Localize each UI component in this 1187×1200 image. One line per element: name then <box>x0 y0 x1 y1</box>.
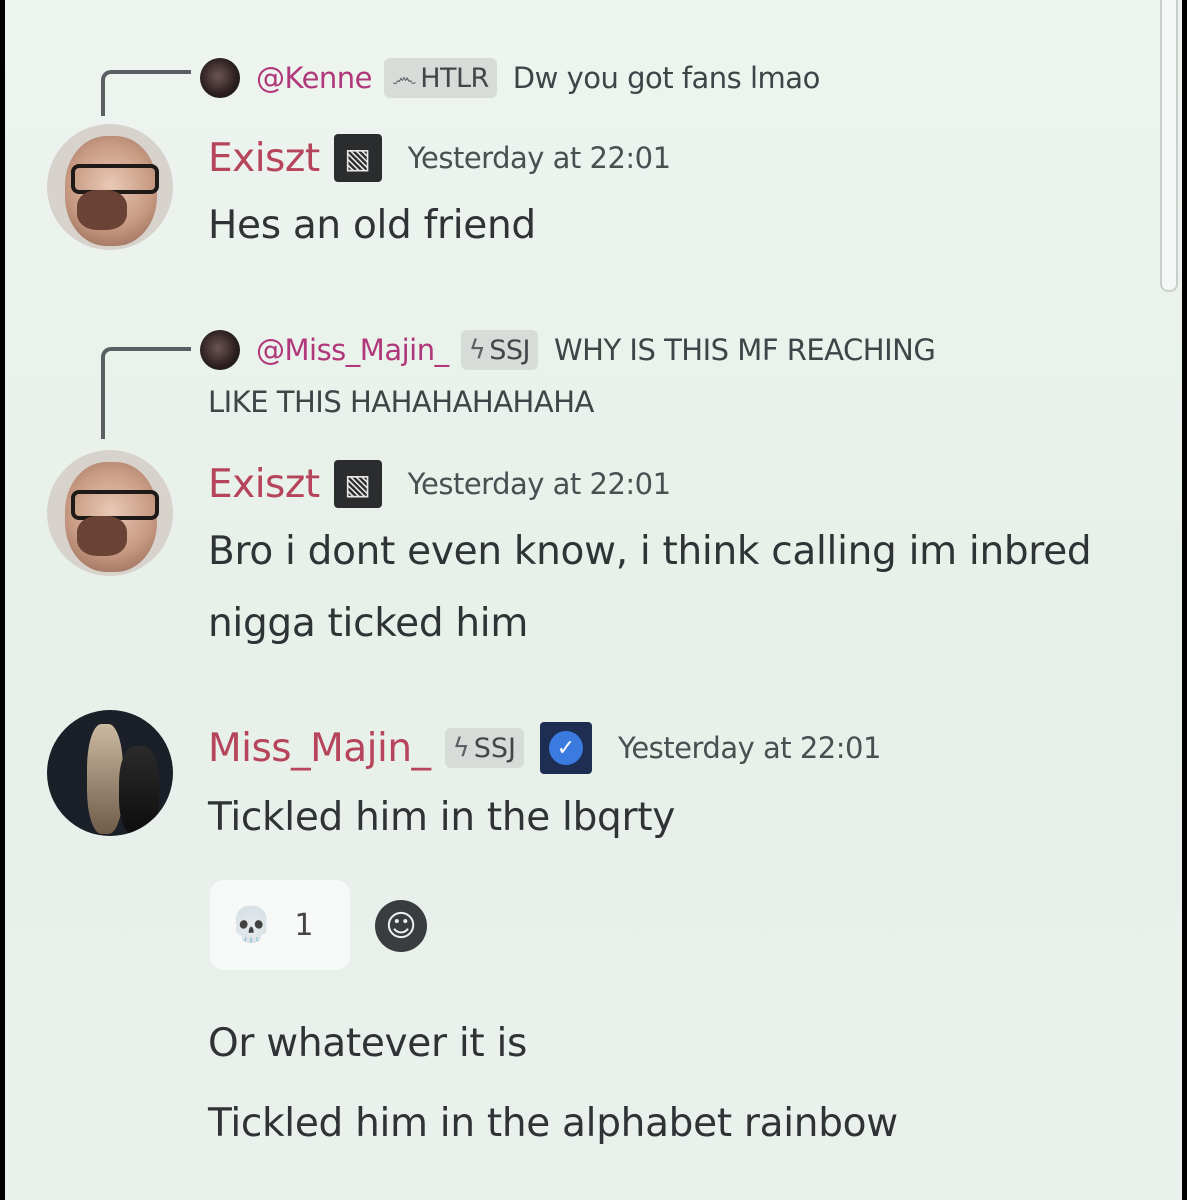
message-text: Tickled him in the lbqrty <box>208 782 675 854</box>
message-line: Hes an old friend <box>208 203 536 248</box>
role-tag-icon: ෴ <box>392 62 417 93</box>
reply-avatar <box>200 330 240 370</box>
chat-window: @Kenne ෴ HTLR Dw you got fans lmao Exisz… <box>5 0 1182 1200</box>
role-tag-label: SSJ <box>473 732 516 764</box>
checkmark-icon: ✓ <box>548 731 583 765</box>
message-text: Hes an old friend <box>208 190 536 262</box>
reply-connector <box>101 347 191 439</box>
reply-mention[interactable]: @Miss_Majin_ <box>256 333 449 367</box>
reply-text-continued: LIKE THIS HAHAHAHAHAHA <box>208 382 594 422</box>
reply-preview[interactable]: @Kenne ෴ HTLR Dw you got fans lmao <box>200 56 820 100</box>
reply-text: WHY IS THIS MF REACHING <box>554 333 936 367</box>
message-line: Or whatever it is <box>208 1021 528 1066</box>
role-tag-label: SSJ <box>489 334 530 366</box>
avatar[interactable] <box>47 124 173 250</box>
message-text: Or whatever it is Tickled him in the alp… <box>208 1008 898 1160</box>
role-tag-label: HTLR <box>420 62 489 94</box>
username[interactable]: Exiszt <box>208 136 320 181</box>
message-line: nigga ticked him <box>208 601 529 646</box>
message-line: Bro i dont even know, i think calling im… <box>208 529 1092 574</box>
reaction-skull[interactable]: 💀 1 <box>210 880 350 970</box>
message-header: Miss_Majin_ ϟ SSJ ✓ Yesterday at 22:01 <box>208 722 881 774</box>
badge-icon: ▧ <box>333 134 382 182</box>
message-header: Exiszt ▧ Yesterday at 22:01 <box>208 460 671 508</box>
message-line: Tickled him in the alphabet rainbow <box>208 1101 898 1146</box>
reply-preview[interactable]: @Miss_Majin_ ϟ SSJ WHY IS THIS MF REACHI… <box>200 328 936 372</box>
reaction-count: 1 <box>294 907 314 943</box>
avatar[interactable] <box>47 450 173 576</box>
add-reaction-button[interactable]: ☺ <box>375 900 427 952</box>
message-line: Tickled him in the lbqrty <box>208 795 676 840</box>
message-header: Exiszt ▧ Yesterday at 22:01 <box>208 134 671 182</box>
skull-icon: 💀 <box>230 905 273 945</box>
username[interactable]: Miss_Majin_ <box>208 726 431 771</box>
smiley-icon: ☺ <box>385 908 417 944</box>
reply-connector <box>101 70 191 116</box>
reply-text-line2: LIKE THIS HAHAHAHAHAHA <box>208 385 594 419</box>
reply-text: Dw you got fans lmao <box>512 61 821 95</box>
role-tag: ෴ HTLR <box>384 58 497 98</box>
lightning-icon: ϟ <box>452 733 470 763</box>
scrollbar[interactable] <box>1160 0 1178 292</box>
badge-icon: ▧ <box>333 460 382 508</box>
role-tag: ϟ SSJ <box>444 728 524 768</box>
reply-avatar <box>200 58 240 98</box>
timestamp: Yesterday at 22:01 <box>407 141 671 175</box>
verified-badge: ✓ <box>539 722 592 774</box>
timestamp: Yesterday at 22:01 <box>407 467 671 501</box>
lightning-icon: ϟ <box>468 335 486 365</box>
role-tag: ϟ SSJ <box>460 330 538 370</box>
avatar[interactable] <box>47 710 173 836</box>
reply-mention[interactable]: @Kenne <box>256 61 373 95</box>
timestamp: Yesterday at 22:01 <box>617 731 881 765</box>
username[interactable]: Exiszt <box>208 462 320 507</box>
message-text: Bro i dont even know, i think calling im… <box>208 516 1092 660</box>
